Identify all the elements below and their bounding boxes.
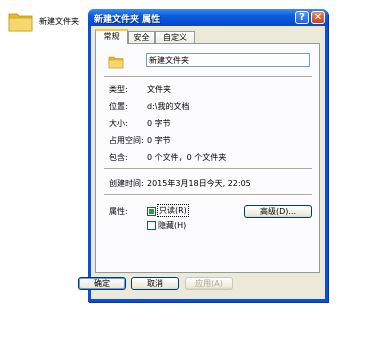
dialog-body: 常规 安全 自定义 类型: 文件夹 位置: d:\我的文档 大小: 0 字节 占… [91, 26, 325, 299]
divider [104, 76, 312, 78]
desktop-folder-label[interactable]: 新建文件夹 [39, 16, 79, 27]
apply-button[interactable]: 应用(A) [185, 277, 233, 290]
created-value: 2015年3月18日今天, 22:05 [147, 179, 251, 188]
general-tab-panel: 类型: 文件夹 位置: d:\我的文档 大小: 0 字节 占用空间: 0 字节 … [95, 43, 320, 273]
window-title: 新建文件夹 属性 [94, 15, 161, 25]
size-value: 0 字节 [147, 119, 171, 128]
advanced-button[interactable]: 高级(D)... [244, 205, 312, 218]
attributes-label: 属性: [109, 207, 128, 216]
size-on-disk-value: 0 字节 [147, 136, 171, 145]
type-label: 类型: [109, 85, 128, 94]
close-button[interactable]: ✕ [311, 11, 325, 24]
folder-icon [108, 56, 124, 69]
properties-window: 新建文件夹 属性 ? ✕ 常规 安全 自定义 类型: 文件夹 位置: d:\我的… [88, 9, 328, 302]
folder-icon[interactable] [8, 10, 34, 32]
size-on-disk-label: 占用空间: [109, 136, 144, 145]
size-label: 大小: [109, 119, 128, 128]
created-label: 创建时间: [109, 179, 144, 188]
hidden-checkbox[interactable] [147, 221, 156, 230]
location-label: 位置: [109, 102, 128, 111]
divider [104, 194, 312, 196]
ok-button[interactable]: 确定 [78, 277, 126, 290]
contains-value: 0 个文件，0 个文件夹 [147, 153, 227, 162]
cancel-button[interactable]: 取消 [131, 277, 179, 290]
title-bar[interactable]: 新建文件夹 属性 ? ✕ [88, 9, 328, 26]
location-value: d:\我的文档 [147, 102, 190, 111]
hidden-label[interactable]: 隐藏(H) [158, 220, 186, 231]
readonly-label[interactable]: 只读(R) [157, 204, 189, 217]
divider [104, 168, 312, 170]
tab-general[interactable]: 常规 [95, 29, 128, 44]
contains-label: 包含: [109, 153, 128, 162]
help-button[interactable]: ? [295, 11, 309, 24]
readonly-checkbox[interactable] [147, 207, 156, 216]
folder-name-input[interactable] [146, 53, 310, 67]
type-value: 文件夹 [147, 85, 171, 94]
